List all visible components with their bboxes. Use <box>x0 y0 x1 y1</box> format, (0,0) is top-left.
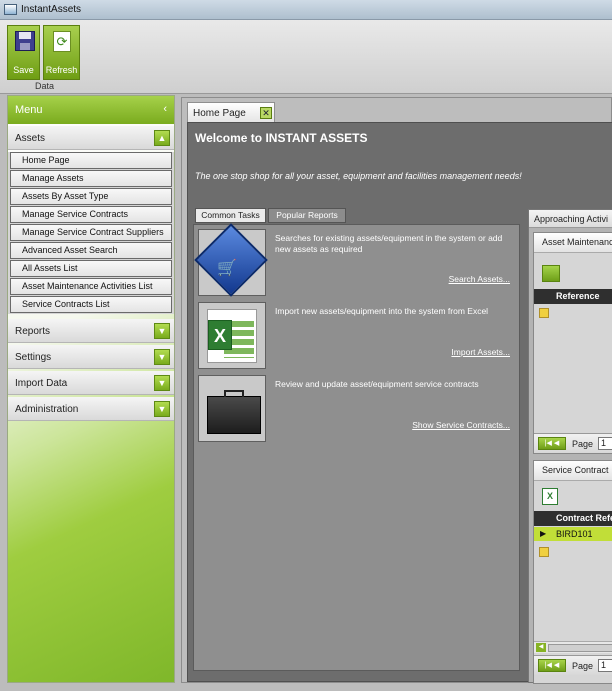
title-bar: InstantAssets <box>0 0 612 20</box>
chevron-down-icon[interactable]: ▼ <box>154 375 170 391</box>
chevron-up-icon[interactable]: ▲ <box>154 130 170 146</box>
shopping-cart-icon: 🛒 <box>194 223 268 297</box>
new-row-icon[interactable] <box>539 547 549 557</box>
tab-home-page[interactable]: Home Page ✕ <box>187 102 275 122</box>
maintenance-pager: |◀ ◀ Page 1 <box>534 433 612 453</box>
contract-reference-column-header[interactable]: Contract Refe <box>534 511 612 526</box>
sidebar-section-assets[interactable]: Assets ▲ <box>8 126 174 150</box>
briefcase-icon <box>198 375 266 442</box>
sidebar-section-reports[interactable]: Reports ▼ <box>8 319 174 343</box>
save-button[interactable]: Save <box>7 25 40 80</box>
service-contracts-title: Service Contract <box>534 461 612 481</box>
section-label: Settings <box>15 352 52 363</box>
sidebar: Menu ‹ Assets ▲ Home Page Manage Assets … <box>7 95 175 683</box>
page-label: Page <box>572 661 594 671</box>
asset-maintenance-box: Asset Maintenanc Reference |◀ ◀ Page 1 <box>533 232 612 454</box>
tagline: The one stop shop for all your asset, eq… <box>195 171 522 181</box>
close-tab-icon[interactable]: ✕ <box>260 107 272 119</box>
ribbon-group-label: Data <box>35 81 55 91</box>
section-label: Administration <box>15 404 79 415</box>
show-service-contracts-link[interactable]: Show Service Contracts... <box>412 420 510 430</box>
home-page-panel: Welcome to INSTANT ASSETS The one stop s… <box>187 122 612 684</box>
section-label: Import Data <box>15 378 68 389</box>
refresh-label: Refresh <box>45 65 78 75</box>
page-input[interactable]: 1 <box>598 437 612 450</box>
sidebar-section-import-data[interactable]: Import Data ▼ <box>8 371 174 395</box>
sidebar-item-advanced-search[interactable]: Advanced Asset Search <box>10 242 172 259</box>
sidebar-item-all-assets[interactable]: All Assets List <box>10 260 172 277</box>
section-label: Reports <box>15 326 51 337</box>
sidebar-item-manage-assets[interactable]: Manage Assets <box>10 170 172 187</box>
menu-header: Menu ‹ <box>8 96 174 124</box>
table-row[interactable]: ▶ BIRD101 <box>534 527 612 541</box>
page-label: Page <box>572 439 594 449</box>
content-area: Home Page ✕ Welcome to INSTANT ASSETS Th… <box>181 97 612 684</box>
menu-title: Menu <box>15 104 43 116</box>
task-description: Review and update asset/equipment servic… <box>275 379 479 389</box>
asset-maintenance-title: Asset Maintenanc <box>534 233 612 253</box>
chevron-down-icon[interactable]: ▼ <box>154 349 170 365</box>
reference-column-header[interactable]: Reference <box>534 289 612 304</box>
service-contracts-box: Service Contract X Contract Refe ▶ BIRD1… <box>533 460 612 684</box>
import-assets-link[interactable]: Import Assets... <box>451 347 510 357</box>
sidebar-section-settings[interactable]: Settings ▼ <box>8 345 174 369</box>
welcome-title: Welcome to INSTANT ASSETS <box>195 131 368 145</box>
task-description: Import new assets/equipment into the sys… <box>275 306 489 316</box>
chevron-down-icon[interactable]: ▼ <box>154 401 170 417</box>
sidebar-item-service-contracts-list[interactable]: Service Contracts List <box>10 296 172 313</box>
app-icon <box>4 4 17 15</box>
search-assets-link[interactable]: Search Assets... <box>449 274 510 284</box>
tab-popular-reports[interactable]: Popular Reports <box>268 208 346 223</box>
sidebar-item-manage-contract-suppliers[interactable]: Manage Service Contract Suppliers <box>10 224 172 241</box>
scroll-left-icon[interactable]: ◀ <box>536 643 546 652</box>
approaching-activities-panel: Approaching Activi Asset Maintenanc Refe… <box>528 209 612 684</box>
assets-menu-list: Home Page Manage Assets Assets By Asset … <box>8 152 174 314</box>
window-title: InstantAssets <box>21 4 82 15</box>
first-page-button[interactable]: |◀ ◀ <box>538 437 566 450</box>
common-tasks-panel: 🛒 Searches for existing assets/equipment… <box>193 223 520 671</box>
contract-reference-cell: BIRD101 <box>556 529 593 539</box>
sidebar-section-administration[interactable]: Administration ▼ <box>8 397 174 421</box>
excel-icon: X <box>198 302 266 369</box>
sidebar-item-maintenance-activities[interactable]: Asset Maintenance Activities List <box>10 278 172 295</box>
new-row-icon[interactable] <box>539 308 549 318</box>
save-label: Save <box>13 65 34 75</box>
first-page-button[interactable]: |◀ ◀ <box>538 659 566 672</box>
floppy-disk-icon <box>15 31 35 51</box>
scrollbar-thumb[interactable] <box>548 644 612 652</box>
horizontal-scrollbar[interactable]: ◀ <box>534 641 612 653</box>
chevron-down-icon[interactable]: ▼ <box>154 323 170 339</box>
row-indicator-icon: ▶ <box>540 529 547 538</box>
approaching-header: Approaching Activi <box>529 210 612 228</box>
refresh-button[interactable]: ⟳ Refresh <box>43 25 80 80</box>
page-input[interactable]: 1 <box>598 659 612 672</box>
sidebar-item-assets-by-type[interactable]: Assets By Asset Type <box>10 188 172 205</box>
contracts-pager: |◀ ◀ Page 1 <box>534 655 612 675</box>
tab-common-tasks[interactable]: Common Tasks <box>195 208 266 223</box>
sidebar-item-home-page[interactable]: Home Page <box>10 152 172 169</box>
collapse-menu-icon[interactable]: ‹ <box>163 103 167 115</box>
export-excel-icon[interactable]: X <box>542 488 558 505</box>
sidebar-item-manage-service-contracts[interactable]: Manage Service Contracts <box>10 206 172 223</box>
section-label: Assets <box>15 133 46 144</box>
task-description: Searches for existing assets/equipment i… <box>275 233 503 254</box>
tab-label: Home Page <box>193 108 246 119</box>
refresh-icon: ⟳ <box>53 31 71 52</box>
add-icon[interactable] <box>542 265 560 282</box>
ribbon: Save ⟳ Refresh Data <box>0 20 612 94</box>
